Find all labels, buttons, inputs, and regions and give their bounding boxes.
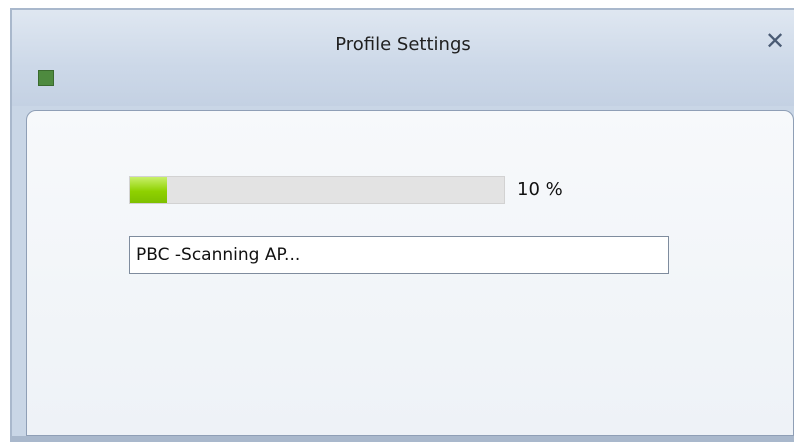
progress-bar	[129, 176, 505, 204]
progress-percentage: 10 %	[517, 179, 563, 200]
status-square-icon	[38, 70, 54, 86]
window-bottom-border	[12, 436, 794, 442]
content-panel: 10 % PBC -Scanning AP...	[26, 110, 794, 436]
window-title: Profile Settings	[335, 34, 471, 55]
close-icon[interactable]: ✕	[762, 28, 788, 54]
status-field[interactable]: PBC -Scanning AP...	[129, 236, 669, 274]
title-bar[interactable]: Profile Settings ✕	[12, 10, 794, 106]
progress-fill	[130, 177, 168, 203]
profile-settings-window: Profile Settings ✕ 10 % PBC -Scanning AP…	[10, 8, 794, 442]
